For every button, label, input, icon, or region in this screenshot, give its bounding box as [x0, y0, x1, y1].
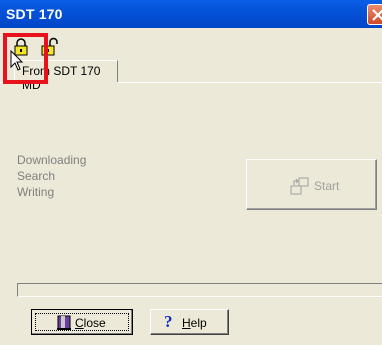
status-search: Search [17, 169, 56, 183]
tab-divider [118, 82, 382, 83]
close-label: Close [75, 316, 106, 330]
close-button[interactable]: Close [31, 309, 133, 335]
start-button[interactable]: Start [246, 159, 377, 210]
mouse-cursor-icon [10, 50, 24, 71]
progress-bar [17, 283, 382, 297]
window-close-button[interactable] [367, 4, 382, 25]
door-icon [57, 315, 71, 330]
status-downloading: Downloading [17, 153, 87, 167]
help-button[interactable]: ? Help [150, 309, 229, 335]
status-writing: Writing [17, 185, 55, 199]
help-label: Help [182, 316, 207, 330]
close-x-icon [372, 9, 382, 21]
window-title: SDT 170 [6, 6, 63, 22]
start-transfer-icon [290, 177, 309, 195]
title-bar: SDT 170 [0, 0, 382, 28]
question-mark-icon: ? [164, 312, 173, 331]
start-label: Start [314, 179, 340, 193]
